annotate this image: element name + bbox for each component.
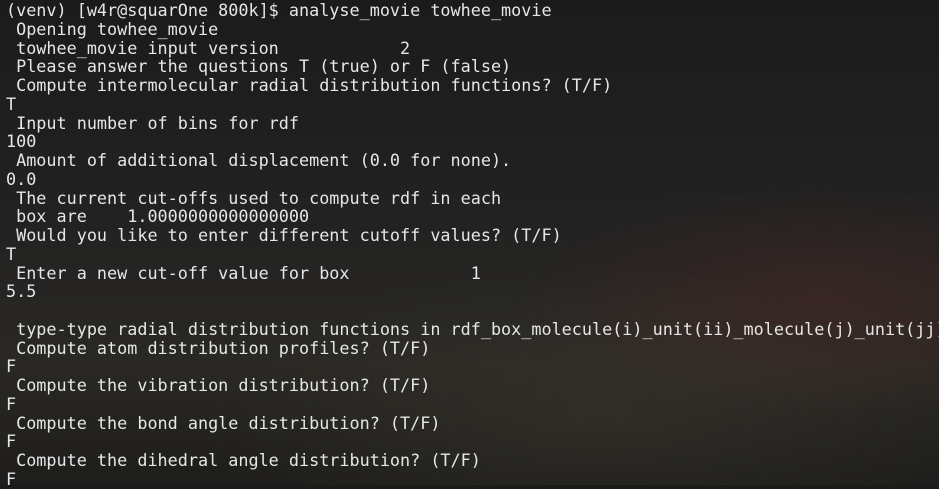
terminal-line: box are 1.0000000000000000	[6, 206, 310, 227]
terminal-line: Amount of additional displacement (0.0 f…	[6, 150, 512, 170]
terminal-line: T	[6, 93, 17, 114]
terminal-line: 5.5	[6, 281, 37, 302]
terminal-line: Would you like to enter different cutoff…	[6, 225, 562, 245]
terminal-line: Compute atom distribution profiles? (T/F…	[6, 337, 431, 358]
terminal-line: F	[6, 393, 17, 414]
terminal-line: Please answer the questions T (true) or …	[6, 56, 512, 77]
terminal-line: F	[6, 356, 17, 377]
terminal-line: F	[6, 431, 17, 452]
terminal-line: The current cut-offs used to compute rdf…	[6, 187, 502, 208]
terminal-line: (venv) [w4r@squarOne 800k]$ analyse_movi…	[6, 0, 552, 20]
terminal-line: Opening towhee_movie	[6, 18, 219, 39]
terminal-line: T	[6, 243, 17, 264]
terminal-line: 0.0	[6, 168, 37, 189]
terminal-line: 100	[6, 131, 37, 152]
terminal-line: Compute the dihedral angle distribution?…	[6, 450, 481, 470]
terminal-line: F	[6, 468, 17, 489]
terminal-line: Compute intermolecular radial distributi…	[6, 75, 613, 95]
terminal-line: Compute the bond angle distribution? (T/…	[6, 412, 441, 433]
terminal-line: Input number of bins for rdf	[6, 112, 299, 133]
terminal-line: Compute the vibration distribution? (T/F…	[6, 375, 431, 395]
terminal-line: type-type radial distribution functions …	[6, 318, 939, 339]
terminal-output[interactable]: (venv) [w4r@squarOne 800k]$ analyse_movi…	[6, 1, 939, 489]
terminal-line: towhee_movie input version 2	[6, 37, 411, 58]
terminal-line: Enter a new cut-off value for box 1	[6, 262, 481, 283]
